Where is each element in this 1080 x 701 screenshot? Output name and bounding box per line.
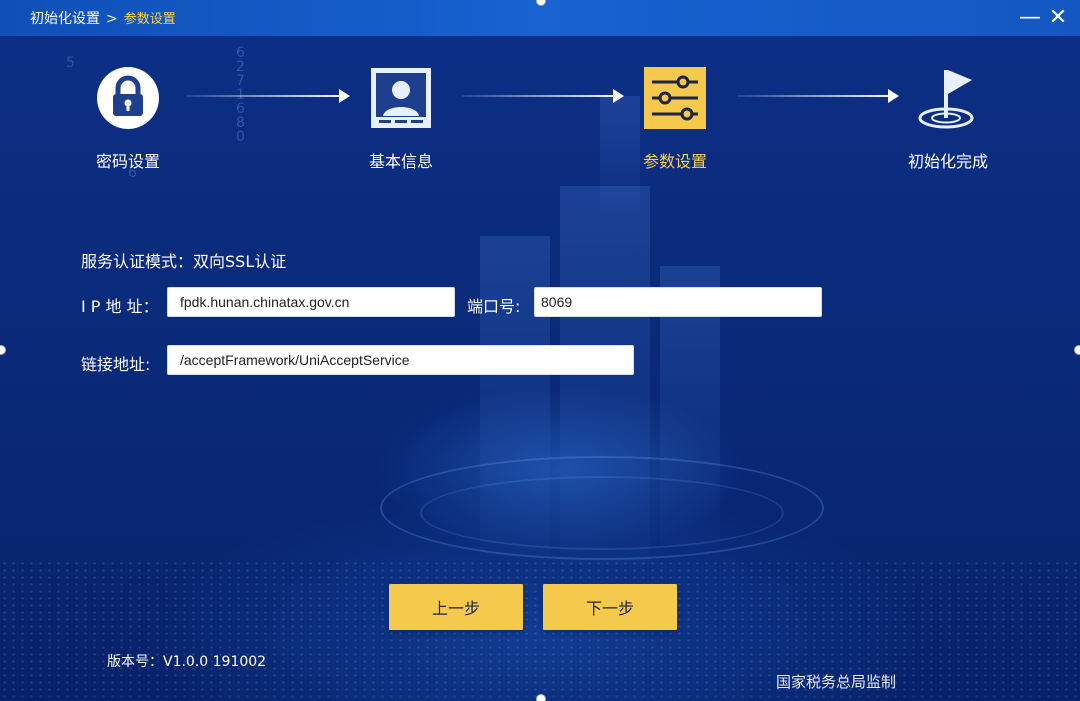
step-label: 基本信息 bbox=[368, 152, 433, 171]
id-card-icon bbox=[369, 66, 433, 130]
resize-handle-left[interactable] bbox=[0, 345, 6, 355]
link-address-input[interactable] bbox=[167, 345, 634, 375]
app-window: 5 6 2 7 1 6 8 0 6 初始化设置>参数设置 — ✕ 密码设置 bbox=[0, 0, 1080, 701]
breadcrumb-current: 参数设置 bbox=[123, 12, 176, 27]
prev-step-button[interactable]: 上一步 bbox=[389, 584, 523, 630]
step-parameters: 参数设置 bbox=[615, 66, 735, 172]
port-label: 端口号: bbox=[467, 297, 521, 316]
breadcrumb-separator: > bbox=[106, 11, 118, 27]
close-button[interactable]: ✕ bbox=[1044, 4, 1072, 32]
breadcrumb-root: 初始化设置 bbox=[30, 11, 100, 27]
step-arrow bbox=[737, 89, 899, 103]
flag-icon bbox=[916, 66, 980, 130]
version-text: 版本号：V1.0.0 191002 bbox=[107, 654, 267, 670]
link-label: 链接地址: bbox=[81, 355, 151, 374]
resize-handle-right[interactable] bbox=[1074, 345, 1080, 355]
lock-icon bbox=[96, 66, 160, 130]
footer-supervisor-text: 国家税务总局监制 bbox=[776, 673, 897, 691]
minimize-button[interactable]: — bbox=[1016, 4, 1044, 32]
step-arrow bbox=[462, 89, 624, 103]
next-step-button[interactable]: 下一步 bbox=[543, 584, 677, 630]
step-arrow bbox=[186, 89, 350, 103]
step-label: 初始化完成 bbox=[907, 152, 988, 171]
sliders-icon bbox=[643, 66, 707, 130]
port-input[interactable] bbox=[534, 287, 822, 317]
step-complete: 初始化完成 bbox=[888, 66, 1008, 172]
step-label: 参数设置 bbox=[642, 152, 707, 171]
particle-field bbox=[0, 560, 1080, 701]
resize-handle-bottom[interactable] bbox=[536, 694, 546, 701]
step-password: 密码设置 bbox=[68, 66, 188, 172]
breadcrumb: 初始化设置 > 参数设置 bbox=[30, 8, 176, 28]
ip-label: I P 地 址： bbox=[81, 297, 159, 316]
auth-mode-text: 服务认证模式：双向SSL认证 bbox=[81, 252, 287, 271]
ip-address-input[interactable] bbox=[167, 287, 455, 317]
step-label: 密码设置 bbox=[95, 152, 160, 171]
step-basic-info: 基本信息 bbox=[341, 66, 461, 172]
